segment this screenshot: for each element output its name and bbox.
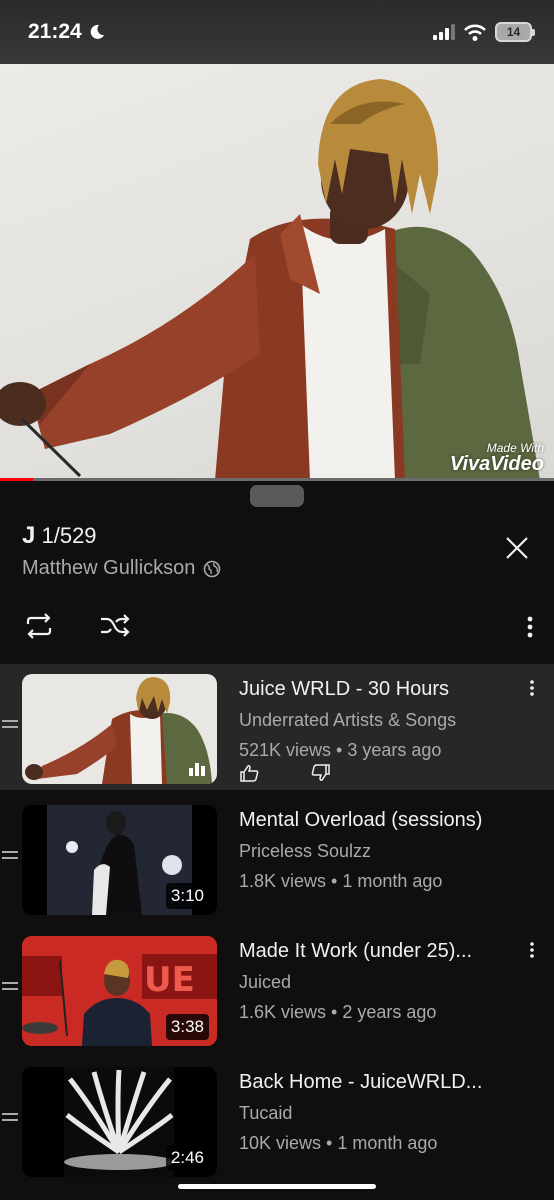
playlist-owner[interactable]: Matthew Gullickson — [22, 557, 221, 580]
video-player[interactable]: Made With VivaVideo — [0, 64, 554, 480]
like-icon[interactable] — [239, 764, 259, 782]
video-more-icon[interactable] — [526, 940, 538, 960]
loop-icon[interactable] — [22, 611, 56, 641]
video-meta: 10K views • 1 month ago — [239, 1133, 438, 1153]
cellular-signal-icon — [433, 24, 455, 40]
video-duration: 3:38 — [165, 1014, 209, 1040]
video-thumbnail[interactable]: 3:10 — [22, 805, 217, 915]
status-time-group: 21:24 — [28, 20, 106, 44]
status-icons: 14 — [433, 22, 535, 42]
close-icon[interactable] — [502, 533, 532, 563]
battery-icon: 14 — [495, 22, 535, 42]
video-meta: 521K views • 3 years ago — [239, 740, 442, 760]
drag-grip-icon[interactable] — [2, 849, 18, 861]
home-indicator[interactable] — [178, 1184, 376, 1189]
video-thumbnail[interactable]: UE 3:38 — [22, 936, 217, 1046]
playlist-item[interactable]: 3:10 Mental Overload (sessions) Priceles… — [0, 795, 554, 921]
drag-handle[interactable] — [250, 485, 304, 507]
now-playing-icon — [189, 763, 205, 776]
video-thumbnail[interactable]: 2:46 — [22, 1067, 217, 1177]
video-frame-image — [0, 79, 540, 480]
watermark-line2: VivaVideo — [449, 453, 544, 475]
dislike-icon[interactable] — [311, 764, 331, 782]
video-duration: 3:10 — [165, 883, 209, 909]
video-title[interactable]: Juice WRLD - 30 Hours — [239, 678, 517, 701]
video-channel: Priceless Soulzz — [239, 841, 372, 861]
video-channel: Juiced — [239, 972, 292, 992]
video-more-icon[interactable] — [526, 678, 538, 698]
video-title[interactable]: Back Home - JuiceWRLD... — [239, 1071, 517, 1094]
svg-text:UE: UE — [144, 960, 195, 1000]
moon-icon — [90, 24, 104, 39]
rating-buttons — [239, 764, 331, 782]
video-channel: Underrated Artists & Songs — [239, 710, 457, 730]
playlist-title-letter: J — [22, 522, 36, 549]
globe-icon — [204, 560, 221, 577]
playlist-owner-name: Matthew Gullickson — [22, 557, 196, 579]
battery-level: 14 — [506, 25, 521, 39]
watermark: Made With VivaVideo — [450, 442, 544, 474]
drag-grip-icon[interactable] — [2, 1111, 18, 1123]
video-thumbnail[interactable] — [22, 674, 217, 784]
thumbnail-image — [25, 677, 212, 784]
status-time: 21:24 — [28, 20, 82, 43]
video-duration: 2:46 — [165, 1145, 209, 1171]
wifi-icon — [464, 24, 486, 41]
video-meta: 1.6K views • 2 years ago — [239, 1002, 437, 1022]
video-title[interactable]: Mental Overload (sessions) — [239, 809, 517, 832]
status-bar: 21:24 14 — [0, 0, 554, 64]
playlist-panel: J 1/529 Matthew Gullickson Juice WRLD - … — [0, 481, 554, 1200]
playlist-item[interactable]: Juice WRLD - 30 Hours Underrated Artists… — [0, 664, 554, 790]
video-title[interactable]: Made It Work (under 25)... — [239, 940, 517, 963]
playlist-title: J 1/529 — [22, 522, 97, 550]
playlist-more-icon[interactable] — [522, 612, 538, 642]
playlist-item[interactable]: 2:46 Back Home - JuiceWRLD... Tucaid 10K… — [0, 1057, 554, 1183]
video-meta: 1.8K views • 1 month ago — [239, 871, 443, 891]
drag-grip-icon[interactable] — [2, 980, 18, 992]
playlist-item[interactable]: UE 3:38 Made It Work (under 25)... Juice… — [0, 926, 554, 1052]
video-channel: Tucaid — [239, 1103, 293, 1123]
shuffle-icon[interactable] — [98, 611, 132, 641]
playlist-position: 1/529 — [41, 523, 97, 548]
drag-grip-icon[interactable] — [2, 718, 18, 730]
